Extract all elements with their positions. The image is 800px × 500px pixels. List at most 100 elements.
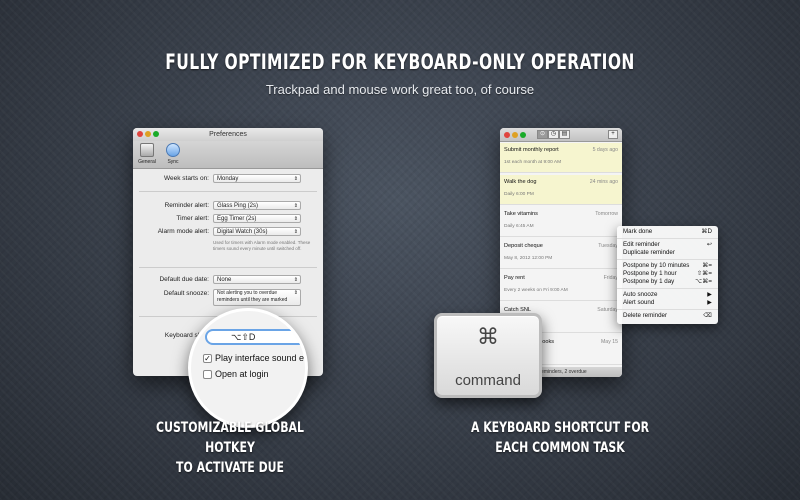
- reminder-row[interactable]: Submit monthly report 1st each month at 9…: [500, 143, 622, 173]
- reminder-subtitle: May 8, 2012 12:00 PM: [504, 256, 553, 261]
- caption-right: A KEYBOARD SHORTCUT FOR EACH COMMON TASK: [466, 418, 653, 458]
- menu-item-label: Delete reminder: [623, 312, 668, 319]
- command-key-label: command: [455, 372, 521, 389]
- preferences-titlebar: Preferences: [133, 128, 323, 141]
- close-button[interactable]: [504, 132, 510, 138]
- divider: [139, 191, 317, 192]
- menu-item-shortcut: ▶: [707, 299, 712, 306]
- alarm-mode-alert-label: Alarm mode alert:: [157, 228, 209, 235]
- hotkey-value: ⌥⇧D: [231, 332, 256, 342]
- default-snooze-label: Default snooze:: [163, 290, 209, 297]
- caption-right-line: A KEYBOARD SHORTCUT FOR: [470, 420, 650, 436]
- menu-separator: [617, 309, 718, 310]
- hotkey-field[interactable]: ⌥⇧D ✕: [205, 329, 305, 345]
- timers-tab-icon[interactable]: ◷: [548, 130, 559, 139]
- log-tab-icon[interactable]: ▤: [559, 130, 570, 139]
- divider: [139, 267, 317, 268]
- timer-alert-popup[interactable]: Egg Timer (2s): [213, 214, 301, 223]
- reminder-title: Pay rent: [504, 275, 525, 281]
- reminder-row[interactable]: Deposit cheque May 8, 2012 12:00 PM Tuesda…: [500, 239, 622, 269]
- reminder-subtitle: Daily 6:45 AM: [504, 224, 534, 229]
- menu-item-shortcut: ⌘=: [702, 262, 712, 269]
- menu-item-shortcut: ⌫: [703, 312, 712, 319]
- context-menu: Mark done ⌘D Edit reminder ↩ Duplicate remin…: [617, 226, 718, 324]
- play-sound-label: Play interface sound ef: [215, 353, 307, 363]
- caption-left-line: CUSTOMIZABLE GLOBAL HOTKEY: [156, 420, 304, 456]
- caption-left-line: TO ACTIVATE DUE: [176, 460, 284, 476]
- reminder-row[interactable]: Pay rent Every 2 weeks on Fri 9:00 AM Frid…: [500, 271, 622, 301]
- menu-item-label: Duplicate reminder: [623, 249, 675, 256]
- view-segmented-control[interactable]: ⊙ ◷ ▤: [537, 130, 570, 139]
- menu-separator: [617, 259, 718, 260]
- reminder-relative-time: 5 days ago: [592, 147, 618, 153]
- checkbox-checked-icon[interactable]: ✓: [203, 353, 212, 363]
- menu-item-shortcut: ⌘D: [701, 228, 712, 235]
- open-at-login-label: Open at login: [215, 369, 269, 379]
- zoom-button[interactable]: [153, 131, 159, 137]
- menu-item-label: Postpone by 1 day: [623, 278, 675, 285]
- week-starts-popup[interactable]: Monday: [213, 174, 301, 183]
- general-icon: [140, 143, 154, 157]
- reminder-subtitle: 1st each month at 9:00 AM: [504, 160, 562, 165]
- menu-item-label: Edit reminder: [623, 241, 660, 248]
- reminder-row[interactable]: Take vitamins Daily 6:45 AM Tomorrow: [500, 207, 622, 237]
- reminder-alert-label: Reminder alert:: [164, 202, 209, 209]
- minimize-button[interactable]: [512, 132, 518, 138]
- reminder-subtitle: Every 2 weeks on Fri 9:00 AM: [504, 288, 568, 293]
- close-button[interactable]: [137, 131, 143, 137]
- reminder-relative-time: May 15: [600, 339, 618, 345]
- minimize-button[interactable]: [145, 131, 151, 137]
- reminder-relative-time: Tomorrow: [595, 211, 618, 217]
- reminder-alert-popup[interactable]: Glass Ping (2s): [213, 201, 301, 210]
- reminder-relative-time: 24 mins ago: [589, 179, 618, 185]
- command-key: ⌘ command: [434, 313, 542, 398]
- alarm-note: Used for timers with Alarm mode enabled.…: [213, 240, 311, 251]
- default-due-date-popup[interactable]: None: [213, 275, 301, 284]
- menu-item[interactable]: Postpone by 10 minutes ⌘=: [617, 262, 718, 270]
- reminder-relative-time: Saturday: [597, 307, 618, 313]
- preferences-toolbar: General Sync: [133, 141, 323, 169]
- menu-separator: [617, 238, 718, 239]
- menu-item-shortcut: ↩: [706, 241, 712, 248]
- checkbox-unchecked-icon[interactable]: [203, 369, 212, 379]
- menu-item[interactable]: Mark done ⌘D: [617, 228, 718, 236]
- sync-icon: [166, 143, 180, 157]
- reminder-row[interactable]: Walk the dog Daily 6:00 PM 24 mins ago: [500, 175, 622, 205]
- menu-item-label: Postpone by 1 hour: [623, 270, 677, 277]
- menu-item-label: Mark done: [623, 228, 653, 235]
- menu-item[interactable]: Auto snooze ▶: [617, 291, 718, 299]
- reminder-relative-time: Tuesday: [598, 243, 618, 249]
- menu-item[interactable]: Duplicate reminder: [617, 249, 718, 257]
- command-symbol-icon: ⌘: [477, 324, 499, 349]
- reminder-relative-time: Friday: [603, 275, 618, 281]
- menu-item[interactable]: Delete reminder ⌫: [617, 312, 718, 320]
- page-headline: FULLY OPTIMIZED FOR KEYBOARD-ONLY OPERAT…: [165, 50, 635, 74]
- add-reminder-button[interactable]: +: [608, 130, 618, 139]
- reminders-tab-icon[interactable]: ⊙: [537, 130, 548, 139]
- magnifier-lens: ⌥⇧D ✕ ✓ Play interface sound ef Open at …: [188, 308, 308, 428]
- play-sound-checkbox-row[interactable]: ✓ Play interface sound ef: [203, 353, 307, 363]
- tab-general[interactable]: General: [137, 143, 157, 166]
- caption-left: CUSTOMIZABLE GLOBAL HOTKEY TO ACTIVATE D…: [136, 418, 323, 478]
- reminder-subtitle: Daily 6:00 PM: [504, 192, 534, 197]
- menu-item[interactable]: Postpone by 1 day ⌥⌘=: [617, 278, 718, 286]
- default-due-date-label: Default due date:: [159, 276, 209, 283]
- zoom-button[interactable]: [520, 132, 526, 138]
- menu-item-shortcut: ▶: [707, 291, 712, 298]
- default-snooze-popup[interactable]: Not alerting you to overdue reminders un…: [213, 289, 301, 306]
- menu-item[interactable]: Postpone by 1 hour ⇧⌘=: [617, 270, 718, 278]
- menu-item-shortcut: ⇧⌘=: [697, 270, 712, 277]
- menu-item[interactable]: Alert sound ▶: [617, 299, 718, 307]
- week-starts-label: Week starts on:: [163, 175, 209, 182]
- preferences-title: Preferences: [209, 131, 247, 138]
- alarm-mode-alert-popup[interactable]: Digital Watch (30s): [213, 227, 301, 236]
- due-toolbar: ⊙ ◷ ▤ +: [500, 128, 622, 142]
- open-at-login-checkbox-row[interactable]: Open at login: [203, 369, 269, 379]
- menu-item[interactable]: Edit reminder ↩: [617, 241, 718, 249]
- timer-alert-label: Timer alert:: [176, 215, 209, 222]
- menu-separator: [617, 288, 718, 289]
- menu-item-shortcut: ⌥⌘=: [695, 278, 712, 285]
- tab-sync[interactable]: Sync: [163, 143, 183, 166]
- menu-item-label: Auto snooze: [623, 291, 658, 298]
- menu-item-label: Alert sound: [623, 299, 655, 306]
